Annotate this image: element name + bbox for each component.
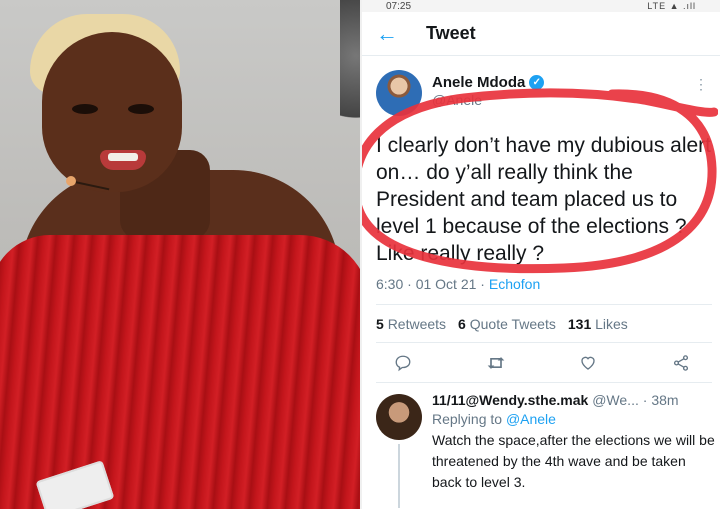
tweet-text: I clearly don’t have my dubious alert on… [376, 134, 712, 265]
tweet-timestamp: 6:30 · 01 Oct 21 · Echofon [376, 276, 541, 292]
background-shape [340, 0, 360, 140]
reply-text: Watch the space,after the elections we w… [432, 432, 715, 490]
tweet-header: ← Tweet [362, 12, 720, 56]
tweet-date: 01 Oct 21 [415, 276, 477, 292]
author-name-row[interactable]: Anele Mdoda ✓ [432, 74, 545, 91]
red-dress [0, 235, 360, 509]
author-meta: Anele Mdoda ✓ @Anele [432, 74, 545, 108]
retweets-stat[interactable]: 5 Retweets [376, 316, 446, 332]
quote-tweets-label: Quote Tweets [469, 316, 556, 332]
status-indicators: LTE ▲ .ıll [647, 1, 696, 11]
replying-to-label: Replying to [432, 411, 503, 427]
quote-tweets-stat[interactable]: 6 Quote Tweets [458, 316, 556, 332]
verified-badge-icon: ✓ [529, 75, 545, 90]
thread-line [398, 444, 400, 508]
quote-tweets-count: 6 [458, 316, 466, 332]
reply-body: 11/11@Wendy.sthe.mak @We... · 38m Replyi… [432, 392, 716, 493]
reply-icon[interactable] [392, 352, 414, 374]
like-heart-icon[interactable] [577, 352, 599, 374]
arrow-left-icon[interactable]: ← [376, 22, 406, 45]
reply-header: 11/11@Wendy.sthe.mak @We... · 38m [432, 392, 679, 408]
reply-time: 38m [651, 392, 679, 408]
status-bar: 07:25 LTE ▲ .ıll [362, 0, 720, 12]
likes-count: 131 [567, 316, 592, 332]
teeth [108, 153, 138, 161]
replying-to-mention[interactable]: @Anele [506, 411, 556, 427]
woman-photo [0, 0, 360, 509]
right-eye [128, 104, 154, 114]
author-name[interactable]: Anele Mdoda [432, 74, 525, 91]
left-eye [72, 104, 98, 114]
reply-author-name[interactable]: 11/11@Wendy.sthe.mak [432, 392, 588, 408]
tweet-author: Anele Mdoda ✓ @Anele ⋮ [376, 70, 712, 116]
retweets-count: 5 [376, 316, 384, 332]
tweet-stats: 5 Retweets 6 Quote Tweets 131 Likes [376, 316, 628, 332]
replying-to: Replying to @Anele [432, 411, 716, 427]
reply-author-handle[interactable]: @We... [592, 392, 639, 408]
likes-label: Likes [595, 316, 628, 332]
avatar[interactable] [376, 70, 422, 116]
author-handle[interactable]: @Anele [432, 92, 544, 108]
headset-mic [66, 176, 76, 186]
retweets-label: Retweets [387, 316, 447, 332]
divider [376, 342, 712, 343]
tweet-screenshot: 07:25 LTE ▲ .ıll ← Tweet Anele Mdoda ✓ @… [360, 0, 720, 509]
status-time: 07:25 [386, 0, 412, 12]
page-title: Tweet [426, 23, 476, 43]
divider [376, 304, 712, 305]
reply-avatar[interactable] [376, 394, 422, 440]
likes-stat[interactable]: 131 Likes [568, 316, 628, 332]
tweet-actions [392, 352, 692, 374]
tweet-source-link[interactable]: Echofon [489, 276, 540, 292]
more-options-icon[interactable]: ⋮ [694, 76, 708, 93]
divider [376, 382, 712, 383]
share-icon[interactable] [670, 352, 692, 374]
retweet-icon[interactable] [485, 352, 507, 374]
tweet-time: 6:30 [376, 276, 404, 292]
